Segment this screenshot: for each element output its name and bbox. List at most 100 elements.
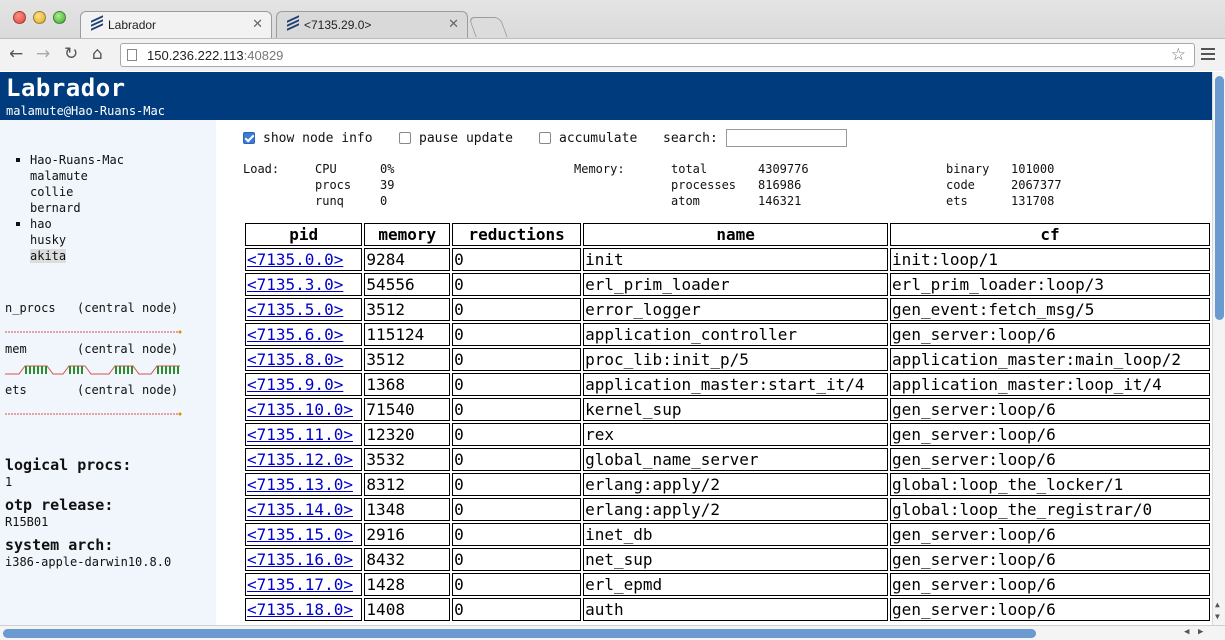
column-header-memory[interactable]: memory (364, 223, 451, 246)
vertical-scroll-thumb[interactable] (1215, 76, 1224, 320)
zoom-window-button[interactable] (53, 11, 66, 24)
pid-link[interactable]: <7135.15.0> (247, 525, 353, 544)
pid-link[interactable]: <7135.0.0> (247, 250, 343, 269)
node-label: husky (30, 233, 67, 247)
reductions-cell: 0 (452, 348, 582, 371)
main-content: show node info pause update accumulate s… (216, 120, 1212, 625)
labrador-favicon-icon (91, 15, 103, 32)
stat-value: 0 (380, 194, 388, 208)
node-item[interactable]: husky (0, 232, 124, 248)
star-icon[interactable]: ☆ (1171, 45, 1186, 65)
pid-link[interactable]: <7135.5.0> (247, 300, 343, 319)
memory-cell: 115124 (364, 323, 451, 346)
memory-cell: 1348 (364, 498, 451, 521)
tab-labrador[interactable]: Labrador ✕ (80, 11, 272, 38)
pid-link[interactable]: <7135.6.0> (247, 325, 343, 344)
memory-cell: 9284 (364, 248, 451, 271)
node-item[interactable]: bernard (0, 200, 124, 216)
home-icon[interactable]: ⌂ (92, 44, 103, 64)
cf-cell: application_master:main_loop/2 (890, 348, 1210, 371)
node-item[interactable]: hao (0, 216, 124, 232)
name-cell: error_logger (583, 298, 889, 321)
pid-cell: <7135.10.0> (245, 398, 363, 421)
stat-key: CPU (315, 162, 337, 176)
back-arrow-icon[interactable]: ← (9, 44, 23, 64)
metric-central-label: (central node) (77, 383, 179, 397)
node-item[interactable]: malamute (0, 168, 124, 184)
scroll-down-icon[interactable]: ▼ (1215, 612, 1220, 621)
close-window-button[interactable] (13, 11, 26, 24)
node-item[interactable]: collie (0, 184, 124, 200)
column-header-name[interactable]: name (583, 223, 889, 246)
node-label: akita (30, 249, 67, 263)
horizontal-scroll-thumb[interactable] (3, 629, 1036, 638)
column-header-pid[interactable]: pid (245, 223, 363, 246)
app-subtitle: malamute@Hao-Ruans-Mac (6, 104, 165, 118)
reductions-cell: 0 (452, 248, 582, 271)
memory-cell: 8312 (364, 473, 451, 496)
table-row: <7135.5.0> 3512 0 error_logger gen_event:fet… (245, 298, 1210, 321)
minimize-window-button[interactable] (33, 11, 46, 24)
column-header-reductions[interactable]: reductions (452, 223, 582, 246)
page-icon (127, 49, 137, 61)
reductions-cell: 0 (452, 598, 582, 621)
memory-cell: 1428 (364, 573, 451, 596)
logical-procs-value: 1 (5, 475, 13, 489)
accumulate-checkbox[interactable] (539, 132, 551, 144)
stat-key: runq (315, 194, 344, 208)
forward-arrow-icon[interactable]: → (36, 44, 50, 64)
pid-link[interactable]: <7135.3.0> (247, 275, 343, 294)
scroll-up-icon[interactable]: ▲ (1215, 600, 1220, 609)
system-arch-label: system arch: (5, 536, 114, 554)
node-label: malamute (30, 169, 88, 183)
pid-link[interactable]: <7135.16.0> (247, 550, 353, 569)
scroll-right-icon[interactable]: ▶ (1198, 627, 1203, 637)
cf-cell: init:loop/1 (890, 248, 1210, 271)
bullet-icon (16, 158, 20, 162)
ets-sparkline (5, 412, 182, 416)
cf-cell: erl_prim_loader:loop/3 (890, 273, 1210, 296)
stat-value: 0% (380, 162, 395, 176)
node-item-selected[interactable]: akita (0, 248, 124, 264)
pid-link[interactable]: <7135.10.0> (247, 400, 353, 419)
name-cell: auth (583, 598, 889, 621)
tab-process[interactable]: <7135.29.0> ✕ (276, 11, 468, 38)
vertical-scrollbar[interactable]: ▲ ▼ (1212, 72, 1225, 625)
pid-link[interactable]: <7135.18.0> (247, 600, 353, 619)
logical-procs-label: logical procs: (5, 456, 132, 474)
stat-key: ets (946, 194, 968, 208)
scroll-left-icon[interactable]: ◀ (1184, 627, 1189, 637)
address-bar[interactable]: 150.236.222.113:40829 ☆ (120, 43, 1195, 67)
table-row: <7135.15.0> 2916 0 inet_db gen_server:loop/6 (245, 523, 1210, 546)
cf-cell: global:loop_the_locker/1 (890, 473, 1210, 496)
table-row: <7135.16.0> 8432 0 net_sup gen_server:loop/6 (245, 548, 1210, 571)
node-item[interactable]: Hao-Ruans-Mac (0, 152, 124, 168)
memory-cell: 3512 (364, 298, 451, 321)
horizontal-scrollbar[interactable]: ◀ ▶ (0, 625, 1225, 640)
tab-close-icon[interactable]: ✕ (448, 16, 459, 32)
table-row: <7135.14.0> 1348 0 erlang:apply/2 global:loo… (245, 498, 1210, 521)
browser-chrome: Labrador ✕ <7135.29.0> ✕ ← → ↻ ⌂ 150.236… (0, 0, 1225, 71)
memory-label: Memory: (574, 162, 625, 176)
pid-link[interactable]: <7135.9.0> (247, 375, 343, 394)
pid-link[interactable]: <7135.13.0> (247, 475, 353, 494)
pid-link[interactable]: <7135.11.0> (247, 425, 353, 444)
pid-cell: <7135.8.0> (245, 348, 363, 371)
reload-icon[interactable]: ↻ (64, 44, 78, 64)
mem-sparkline (5, 365, 180, 375)
new-tab-button[interactable] (468, 17, 508, 37)
table-header-row: pid memory reductions name cf (245, 223, 1210, 246)
pid-link[interactable]: <7135.8.0> (247, 350, 343, 369)
memory-cell: 71540 (364, 398, 451, 421)
pid-link[interactable]: <7135.17.0> (247, 575, 353, 594)
pid-link[interactable]: <7135.12.0> (247, 450, 353, 469)
pause-update-label: pause update (419, 131, 513, 146)
pid-link[interactable]: <7135.14.0> (247, 500, 353, 519)
pause-update-checkbox[interactable] (399, 132, 411, 144)
search-input[interactable] (726, 129, 847, 147)
show-node-info-checkbox[interactable] (243, 132, 255, 144)
tab-close-icon[interactable]: ✕ (252, 16, 263, 32)
column-header-cf[interactable]: cf (890, 223, 1210, 246)
pid-cell: <7135.9.0> (245, 373, 363, 396)
menu-icon[interactable] (1201, 48, 1215, 63)
